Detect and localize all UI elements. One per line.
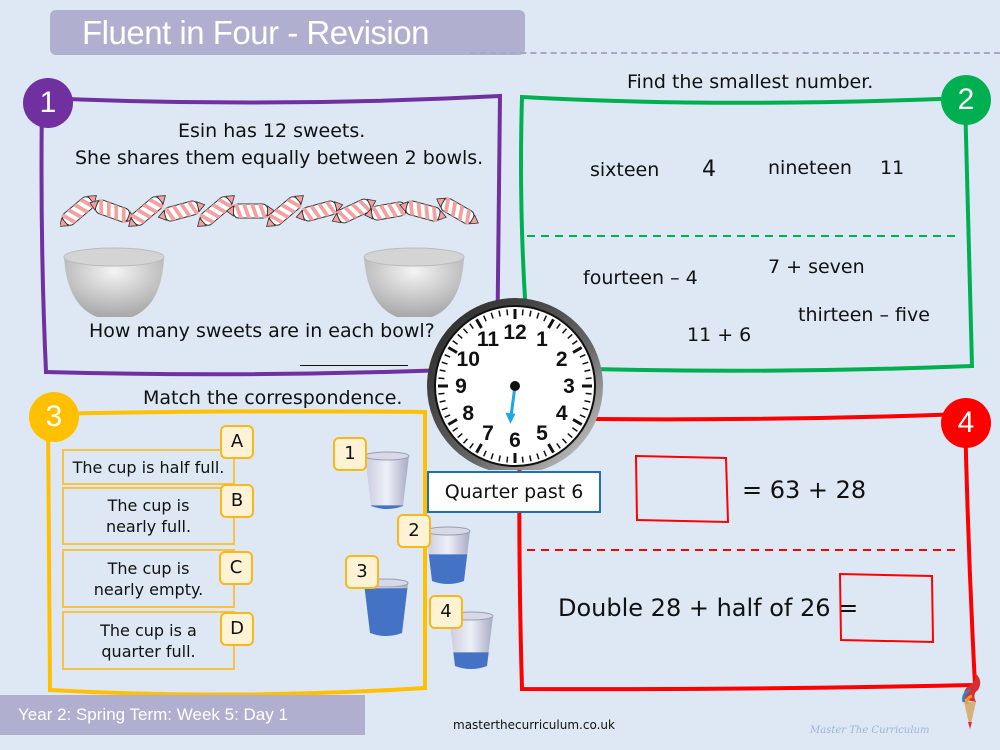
clock-number: 5 <box>536 422 548 445</box>
sweet-icon <box>225 203 276 219</box>
number-option: sixteen <box>590 159 660 181</box>
number-option: 11 <box>880 157 905 179</box>
brand-text: Master The Curriculum <box>810 725 930 736</box>
clock-tick <box>506 309 509 316</box>
clock-number: 4 <box>556 402 568 425</box>
statement-text: The cup is nearly full. <box>105 496 192 536</box>
clock-center <box>510 381 520 391</box>
clock-number: 7 <box>482 422 494 445</box>
cup-icon <box>364 451 410 509</box>
clock-number: 12 <box>503 321 526 344</box>
number-option: fourteen – 4 <box>583 267 698 289</box>
clock-tick <box>585 392 592 395</box>
sweets-problem-line2: She shares them equally between 2 bowls. <box>75 147 484 169</box>
badge-3: 3 <box>29 392 79 442</box>
statement-text: The cup is half full. <box>72 457 225 477</box>
statement-box-c[interactable]: The cup is nearly empty. <box>62 549 235 608</box>
bowl-left-icon <box>63 247 165 317</box>
clock-number: 6 <box>509 429 521 452</box>
water-fill <box>370 505 404 509</box>
water-fill <box>428 554 468 584</box>
clock-number: 8 <box>462 402 474 425</box>
cup-number-tag: 3 <box>345 555 379 589</box>
clock-tick <box>521 456 524 463</box>
clock-number: 1 <box>536 328 548 351</box>
cup-number-tag: 1 <box>333 437 367 471</box>
panel2-instruction: Find the smallest number. <box>627 71 874 93</box>
water-fill <box>453 652 489 669</box>
number-option: 4 <box>702 157 716 182</box>
statement-text: The cup is nearly empty. <box>93 558 204 599</box>
clock-number: 3 <box>563 375 575 398</box>
badge-1: 1 <box>23 78 73 128</box>
letter-tag-a: A <box>220 425 254 459</box>
cup-icon <box>425 526 471 584</box>
sweets-illustration <box>60 195 479 227</box>
clock-tick <box>438 377 445 380</box>
number-option: 7 + seven <box>768 256 865 278</box>
statement-box-a[interactable]: The cup is half full. <box>62 449 235 485</box>
clock-number: 11 <box>477 328 500 351</box>
water-fill <box>364 588 408 636</box>
sweet-icon <box>60 195 97 227</box>
equation-2: Double 28 + half of 26 = <box>558 594 859 622</box>
number-option: nineteen <box>768 157 852 179</box>
cup-number-tag: 4 <box>429 595 463 629</box>
statement-text: The cup is a quarter full. <box>100 620 197 661</box>
sweets-question: How many sweets are in each bowl? <box>89 320 435 342</box>
number-option: thirteen – five <box>798 304 930 326</box>
lesson-label: Year 2: Spring Term: Week 5: Day 1 <box>18 705 288 724</box>
time-label: Quarter past 6 <box>427 471 601 513</box>
letter-tag-c: C <box>219 551 253 585</box>
pencil-logo-icon <box>962 672 981 729</box>
equation-1: = 63 + 28 <box>742 476 867 504</box>
clock-tick <box>585 377 592 380</box>
answer-line[interactable] <box>300 365 408 366</box>
site-url[interactable]: masterthecurriculum.co.uk <box>453 718 615 732</box>
number-option: 11 + 6 <box>687 324 752 346</box>
badge-2: 2 <box>941 75 991 125</box>
clock-tick <box>438 392 445 395</box>
clock-tick <box>521 309 524 316</box>
cup-number-tag: 2 <box>397 514 431 548</box>
letter-tag-d: D <box>220 612 254 646</box>
clock-tick <box>506 456 509 463</box>
clock-number: 2 <box>556 348 568 371</box>
answer-box-2[interactable] <box>838 572 936 646</box>
clock-number: 10 <box>457 348 480 371</box>
sweets-problem-line1: Esin has 12 sweets. <box>178 120 366 142</box>
clock-number: 9 <box>455 375 467 398</box>
clock-icon: 12 12 3 45678 9 1011 <box>427 298 603 470</box>
statement-box-b[interactable]: The cup is nearly full. <box>62 487 235 545</box>
answer-box-1[interactable] <box>634 454 730 526</box>
panel3-instruction: Match the correspondence. <box>143 387 403 409</box>
badge-4: 4 <box>941 398 991 448</box>
statement-box-d[interactable]: The cup is a quarter full. <box>62 611 235 670</box>
letter-tag-b: B <box>220 484 254 518</box>
